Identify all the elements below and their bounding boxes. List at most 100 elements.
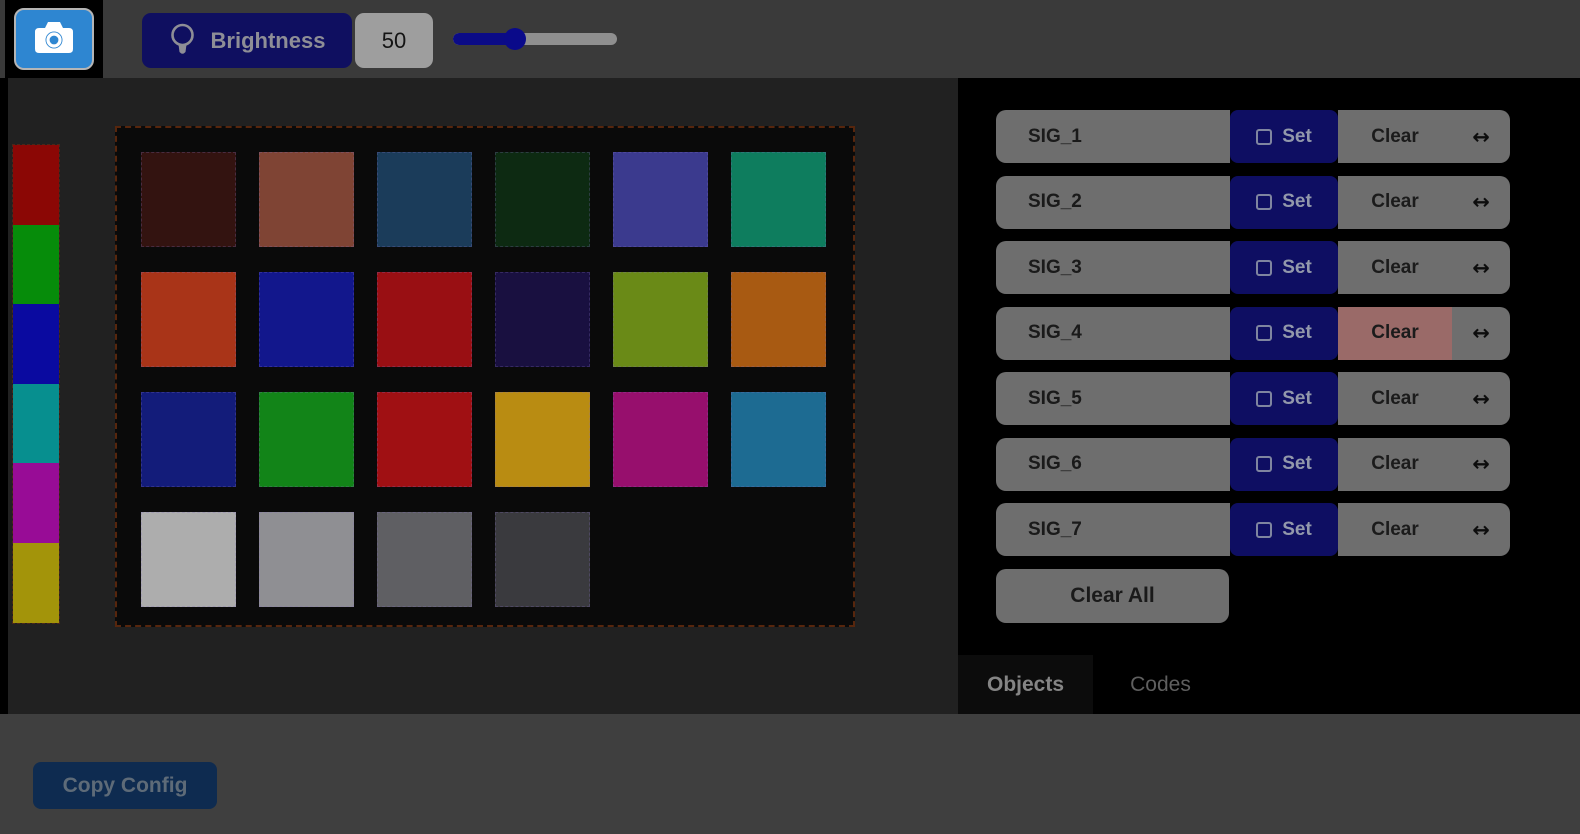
signal-set-button[interactable]: Set [1230,176,1338,229]
slider-track [453,33,617,45]
signal-set-button[interactable]: Set [1230,241,1338,294]
camera-icon [34,21,74,57]
color-patch[interactable] [377,392,472,487]
left-right-arrow-icon[interactable]: ↔ [1452,110,1510,163]
color-patch[interactable] [141,512,236,607]
color-patch[interactable] [259,512,354,607]
signal-label: SIG_6 [996,438,1230,491]
tab-objects[interactable]: Objects [958,655,1093,714]
lightbulb-icon [169,22,196,60]
signal-set-button[interactable]: Set [1230,372,1338,425]
color-patch[interactable] [141,152,236,247]
signal-label: SIG_3 [996,241,1230,294]
checkbox-icon [1256,522,1272,538]
color-strip [12,144,60,624]
strip-swatch [13,543,59,623]
signal-label: SIG_5 [996,372,1230,425]
color-patch[interactable] [259,272,354,367]
brightness-slider[interactable] [453,28,617,50]
signal-set-label: Set [1282,519,1312,541]
signal-set-label: Set [1282,126,1312,148]
signal-clear-button[interactable]: Clear [1338,241,1452,294]
strip-swatch [13,304,59,384]
slider-thumb[interactable] [504,28,526,50]
color-patch[interactable] [141,392,236,487]
left-right-arrow-icon[interactable]: ↔ [1452,307,1510,360]
brightness-value-input[interactable] [355,13,433,68]
left-right-arrow-icon[interactable]: ↔ [1452,438,1510,491]
color-patch[interactable] [377,512,472,607]
signal-row: SIG_2 Set Clear ↔ [996,176,1510,229]
app-window: Brightness SIG_1 Set Clear ↔ SIG_2 [0,0,1580,834]
signal-clear-button[interactable]: Clear [1338,503,1452,556]
signal-label: SIG_2 [996,176,1230,229]
checkbox-icon [1256,456,1272,472]
footer-bar: Copy Config [0,714,1580,834]
color-patch[interactable] [377,152,472,247]
clear-all-button[interactable]: Clear All [996,569,1229,623]
color-patch[interactable] [613,152,708,247]
signal-set-label: Set [1282,388,1312,410]
signal-clear-button[interactable]: Clear [1338,307,1452,360]
empty-patch [613,512,708,607]
toolbar: Brightness [0,0,1580,78]
color-patch[interactable] [495,272,590,367]
camera-feed[interactable] [8,78,958,714]
left-right-arrow-icon[interactable]: ↔ [1452,372,1510,425]
color-patch[interactable] [731,272,826,367]
signal-panel: SIG_1 Set Clear ↔ SIG_2 Set Clear ↔ SIG_… [996,110,1510,569]
strip-swatch [13,225,59,305]
left-right-arrow-icon[interactable]: ↔ [1452,241,1510,294]
checkbox-icon [1256,129,1272,145]
signal-set-button[interactable]: Set [1230,438,1338,491]
left-right-arrow-icon[interactable]: ↔ [1452,176,1510,229]
color-patch[interactable] [495,152,590,247]
signal-clear-button[interactable]: Clear [1338,110,1452,163]
signal-row: SIG_4 Set Clear ↔ [996,307,1510,360]
signal-set-label: Set [1282,191,1312,213]
signal-clear-button[interactable]: Clear [1338,372,1452,425]
signal-row: SIG_5 Set Clear ↔ [996,372,1510,425]
brightness-button-label: Brightness [211,28,326,54]
empty-patch [731,512,826,607]
signal-clear-button[interactable]: Clear [1338,176,1452,229]
camera-button[interactable] [14,8,94,70]
camera-button-container [5,0,103,78]
signal-row: SIG_7 Set Clear ↔ [996,503,1510,556]
checkbox-icon [1256,260,1272,276]
color-patch[interactable] [495,392,590,487]
left-right-arrow-icon[interactable]: ↔ [1452,503,1510,556]
color-patch[interactable] [141,272,236,367]
strip-swatch [13,463,59,543]
signal-label: SIG_4 [996,307,1230,360]
signal-clear-button[interactable]: Clear [1338,438,1452,491]
color-patch[interactable] [377,272,472,367]
checkbox-icon [1256,194,1272,210]
checkbox-icon [1256,391,1272,407]
strip-swatch [13,145,59,225]
signal-set-button[interactable]: Set [1230,503,1338,556]
signal-row: SIG_3 Set Clear ↔ [996,241,1510,294]
color-patch[interactable] [731,392,826,487]
color-patch[interactable] [731,152,826,247]
color-patch[interactable] [259,392,354,487]
signal-row: SIG_1 Set Clear ↔ [996,110,1510,163]
signal-label: SIG_7 [996,503,1230,556]
signal-set-label: Set [1282,453,1312,475]
signal-set-button[interactable]: Set [1230,307,1338,360]
signal-label: SIG_1 [996,110,1230,163]
color-checker-chart [115,126,855,627]
signal-set-button[interactable]: Set [1230,110,1338,163]
copy-config-button[interactable]: Copy Config [33,762,217,809]
checkbox-icon [1256,325,1272,341]
color-patch[interactable] [495,512,590,607]
main-content: SIG_1 Set Clear ↔ SIG_2 Set Clear ↔ SIG_… [0,78,1580,714]
tab-bar: ObjectsCodes [958,655,1228,714]
signal-row: SIG_6 Set Clear ↔ [996,438,1510,491]
strip-swatch [13,384,59,464]
tab-codes[interactable]: Codes [1093,655,1228,714]
brightness-button[interactable]: Brightness [142,13,352,68]
color-patch[interactable] [613,392,708,487]
color-patch[interactable] [613,272,708,367]
color-patch[interactable] [259,152,354,247]
